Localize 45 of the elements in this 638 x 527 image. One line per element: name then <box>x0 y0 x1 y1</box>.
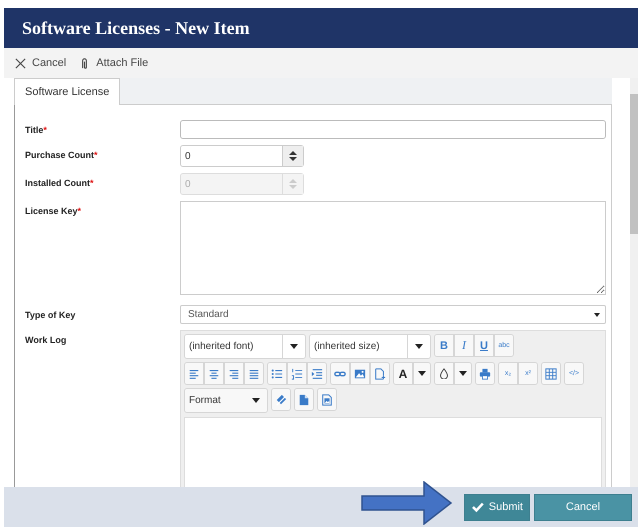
droplet-icon <box>438 368 450 380</box>
align-left-icon <box>188 368 200 380</box>
toolbar-button[interactable]: Cancel <box>14 56 66 70</box>
format-button[interactable]: I <box>454 334 474 357</box>
justify-icon <box>248 368 260 380</box>
dropdown-field[interactable]: Standard <box>180 305 606 324</box>
field-label: Title* <box>25 124 48 135</box>
checkmark-icon <box>471 500 485 514</box>
toolbar-button[interactable] <box>434 362 454 385</box>
format-button[interactable]: B <box>434 334 454 357</box>
footer-button[interactable]: Cancel <box>534 494 632 520</box>
indent-icon <box>311 368 323 380</box>
dropdown-toggle[interactable] <box>454 362 472 385</box>
format-button[interactable]: U <box>474 334 494 357</box>
dropdown[interactable]: (inherited font) <box>184 334 306 359</box>
footer-button[interactable]: Submit <box>464 494 530 520</box>
number-field[interactable]: 0 <box>180 145 304 167</box>
table-icon <box>545 368 557 380</box>
numbered-list-icon <box>291 368 303 380</box>
image-icon <box>354 368 366 380</box>
dropdown[interactable]: Format <box>184 388 268 413</box>
form-tab[interactable]: Software License <box>14 78 120 105</box>
image-file-icon <box>321 394 333 406</box>
eraser-icon <box>275 394 287 406</box>
bullet-list-icon <box>271 368 283 380</box>
document-icon <box>298 394 310 406</box>
align-center-icon <box>208 368 220 380</box>
toolbar-button[interactable]: Attach File <box>78 56 148 70</box>
dropdown-toggle[interactable] <box>413 362 431 385</box>
spinner-arrows-icon[interactable] <box>282 146 303 166</box>
field-label: Installed Count* <box>25 177 95 188</box>
page-title: Software Licenses - New Item <box>22 18 250 38</box>
field-label: License Key* <box>25 205 82 216</box>
text-field[interactable] <box>180 120 606 139</box>
align-right-icon <box>228 368 240 380</box>
file-plus-icon <box>374 368 386 380</box>
field-label: Work Log <box>25 334 68 345</box>
scrollbar[interactable] <box>630 78 638 487</box>
toolbar-button[interactable] <box>350 362 370 385</box>
dropdown[interactable]: (inherited size) <box>309 334 431 359</box>
format-button[interactable]: A <box>393 362 413 385</box>
field-label: Type of Key <box>25 309 76 320</box>
field-label: Purchase Count* <box>25 149 99 160</box>
close-icon <box>14 56 27 70</box>
printer-icon <box>479 368 491 380</box>
